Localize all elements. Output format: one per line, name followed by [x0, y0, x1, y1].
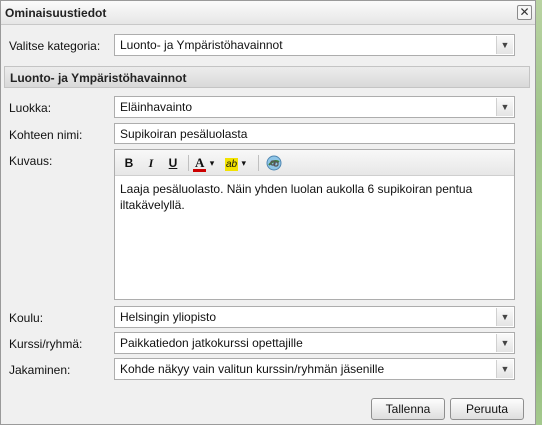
kohteen-nimi-value: Supikoiran pesäluolasta [120, 127, 248, 141]
cancel-button[interactable]: Peruuta [450, 398, 524, 420]
kuvaus-text: Laaja pesäluolasto. Näin yhden luolan au… [120, 182, 473, 212]
chevron-down-icon: ▼ [496, 360, 513, 378]
jakaminen-select-value: Kohde näkyy vain valitun kurssin/ryhmän … [120, 362, 385, 376]
category-label: Valitse kategoria: [9, 39, 101, 53]
chevron-down-icon: ▾ [241, 158, 246, 168]
font-color-icon: A [193, 155, 207, 172]
underline-icon: U [168, 156, 178, 170]
jakaminen-label: Jakaminen: [9, 363, 71, 377]
bold-button[interactable]: B [121, 154, 137, 172]
chevron-down-icon: ▼ [496, 308, 513, 326]
kurssi-label: Kurssi/ryhmä: [9, 337, 83, 351]
italic-icon: I [148, 156, 154, 170]
chevron-down-icon: ▾ [209, 158, 215, 168]
koulu-select[interactable]: Helsingin yliopisto ▼ [114, 306, 515, 328]
link-icon [266, 155, 282, 171]
italic-button[interactable]: I [143, 154, 159, 172]
dialog-title: Ominaisuustiedot [5, 6, 107, 20]
highlight-button[interactable]: ab ▾ [225, 154, 253, 172]
dialog-titlebar: Ominaisuustiedot ✕ [1, 1, 535, 25]
category-select-value: Luonto- ja Ympäristöhavainnot [120, 38, 283, 52]
close-icon: ✕ [519, 5, 530, 19]
toolbar-separator [258, 155, 259, 171]
kohteen-nimi-label: Kohteen nimi: [9, 128, 83, 142]
underline-button[interactable]: U [165, 154, 181, 172]
kurssi-select[interactable]: Paikkatiedon jatkokurssi opettajille ▼ [114, 332, 515, 354]
kuvaus-label: Kuvaus: [9, 154, 53, 168]
close-button[interactable]: ✕ [517, 5, 532, 20]
kurssi-select-value: Paikkatiedon jatkokurssi opettajille [120, 336, 303, 350]
koulu-label: Koulu: [9, 311, 44, 325]
luokka-select[interactable]: Eläinhavainto ▼ [114, 96, 515, 118]
chevron-down-icon: ▼ [496, 36, 513, 54]
luokka-select-value: Eläinhavainto [120, 100, 193, 114]
highlight-icon: ab [225, 158, 239, 171]
editor-toolbar: B I U A ▾ ab ▾ [115, 150, 514, 176]
save-button[interactable]: Tallenna [371, 398, 445, 420]
koulu-select-value: Helsingin yliopisto [120, 310, 217, 324]
insert-link-button[interactable] [265, 154, 283, 172]
font-color-button[interactable]: A ▾ [193, 154, 219, 172]
toolbar-separator [188, 155, 189, 171]
bold-icon: B [124, 156, 134, 170]
chevron-down-icon: ▼ [496, 98, 513, 116]
luokka-label: Luokka: [9, 101, 52, 115]
category-select[interactable]: Luonto- ja Ympäristöhavainnot ▼ [114, 34, 515, 56]
kuvaus-editor[interactable]: B I U A ▾ ab ▾ Laaja pesäluolasto. Näin … [114, 149, 515, 300]
jakaminen-select[interactable]: Kohde näkyy vain valitun kurssin/ryhmän … [114, 358, 515, 380]
section-heading: Luonto- ja Ympäristöhavainnot [4, 66, 530, 88]
chevron-down-icon: ▼ [496, 334, 513, 352]
kohteen-nimi-field[interactable]: Supikoiran pesäluolasta [114, 123, 515, 144]
properties-dialog: Ominaisuustiedot ✕ Valitse kategoria: Lu… [0, 0, 536, 425]
